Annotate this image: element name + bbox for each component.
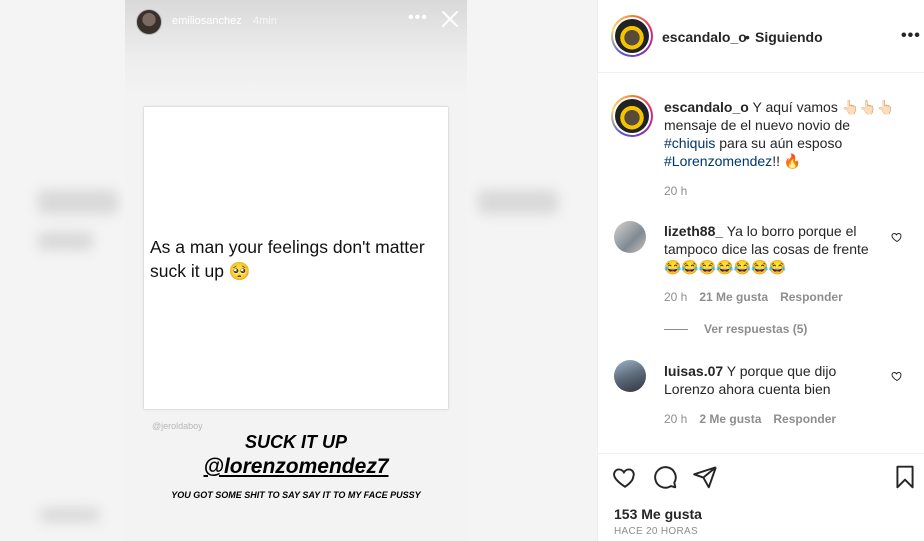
story-headline: SUCK IT UP bbox=[244, 432, 347, 452]
comment-emojis: 😂😂😂😂😂😂😂 bbox=[664, 259, 787, 275]
comment-meta: 20 h 2 Me gusta Responder bbox=[664, 412, 836, 426]
author-username[interactable]: escandalo_o bbox=[662, 29, 747, 45]
comments-list[interactable]: escandalo_o Y aquí vamos 👆🏻👆🏻👆🏻 mensaje … bbox=[598, 73, 924, 453]
story-avatar bbox=[136, 9, 162, 35]
hashtag-link[interactable]: #chiquis bbox=[664, 135, 715, 151]
comment-text: luisas.07 Y porque que dijo Lorenzo ahor… bbox=[664, 363, 837, 397]
quote-text: As a man your feelings don't matter suck… bbox=[150, 237, 425, 281]
comment-time: 20 h bbox=[664, 290, 688, 304]
caption-username[interactable]: escandalo_o bbox=[664, 99, 749, 115]
story-handle: @lorenzomendez7 bbox=[203, 455, 389, 478]
reply-button[interactable]: Responder bbox=[773, 412, 836, 426]
reply-button[interactable]: Responder bbox=[780, 290, 843, 304]
story-subline: YOU GOT SOME SHIT TO SAY SAY IT TO MY FA… bbox=[171, 490, 421, 500]
comment-text: lizeth88_ Ya lo borro porque el tampoco … bbox=[664, 223, 869, 275]
comment-avatar[interactable] bbox=[614, 360, 646, 392]
likes-count[interactable]: 153 Me gusta bbox=[614, 506, 702, 522]
post-actions: 153 Me gusta HACE 20 HORAS bbox=[598, 453, 924, 541]
story-screenshot: emiliosanchez 4min ••• As a man your fee… bbox=[125, 0, 467, 541]
comment-like-heart-icon[interactable] bbox=[891, 231, 903, 243]
post-timestamp: HACE 20 HORAS bbox=[614, 526, 698, 537]
blurred-background bbox=[40, 508, 100, 522]
post-media: emiliosanchez 4min ••• As a man your fee… bbox=[0, 0, 597, 541]
post-header: escandalo_o • Siguiendo ••• bbox=[598, 0, 924, 73]
post-panel: escandalo_o • Siguiendo ••• escandalo_o … bbox=[597, 0, 924, 541]
story-more-icon: ••• bbox=[408, 9, 428, 26]
more-horizontal-icon[interactable]: ••• bbox=[901, 27, 921, 45]
caption-text: escandalo_o Y aquí vamos 👆🏻👆🏻👆🏻 mensaje … bbox=[664, 99, 894, 169]
replies-divider bbox=[664, 329, 688, 330]
comment-like-heart-icon[interactable] bbox=[891, 370, 903, 382]
comment-meta: 20 h 21 Me gusta Responder bbox=[664, 290, 843, 304]
bookmark-icon[interactable] bbox=[892, 464, 918, 490]
share-icon[interactable] bbox=[692, 464, 718, 490]
comment-icon[interactable] bbox=[652, 464, 678, 490]
caption-avatar[interactable] bbox=[611, 95, 653, 137]
header-separator: • bbox=[745, 29, 750, 45]
heart-icon[interactable] bbox=[612, 464, 638, 490]
caption-time: 20 h bbox=[664, 184, 688, 198]
comment-likes[interactable]: 21 Me gusta bbox=[699, 290, 768, 304]
comment-time: 20 h bbox=[664, 412, 688, 426]
following-button[interactable]: Siguiendo bbox=[755, 29, 823, 45]
comment-username[interactable]: luisas.07 bbox=[664, 363, 723, 379]
story-time: 4min bbox=[253, 15, 277, 27]
comment-likes[interactable]: 2 Me gusta bbox=[699, 412, 761, 426]
quote-card: As a man your feelings don't matter suck… bbox=[144, 107, 448, 409]
close-icon bbox=[442, 11, 458, 27]
blurred-background bbox=[38, 190, 118, 214]
blurred-background bbox=[478, 190, 558, 214]
watermark: @jeroldaboy bbox=[152, 421, 203, 431]
view-replies-button[interactable]: Ver respuestas (5) bbox=[704, 322, 807, 336]
hashtag-link[interactable]: #Lorenzomendez bbox=[664, 153, 772, 169]
author-avatar[interactable] bbox=[611, 15, 653, 57]
story-username: emiliosanchez bbox=[172, 15, 242, 27]
comment-username[interactable]: lizeth88_ bbox=[664, 223, 723, 239]
blurred-background bbox=[38, 232, 93, 250]
comment-avatar[interactable] bbox=[614, 221, 646, 253]
